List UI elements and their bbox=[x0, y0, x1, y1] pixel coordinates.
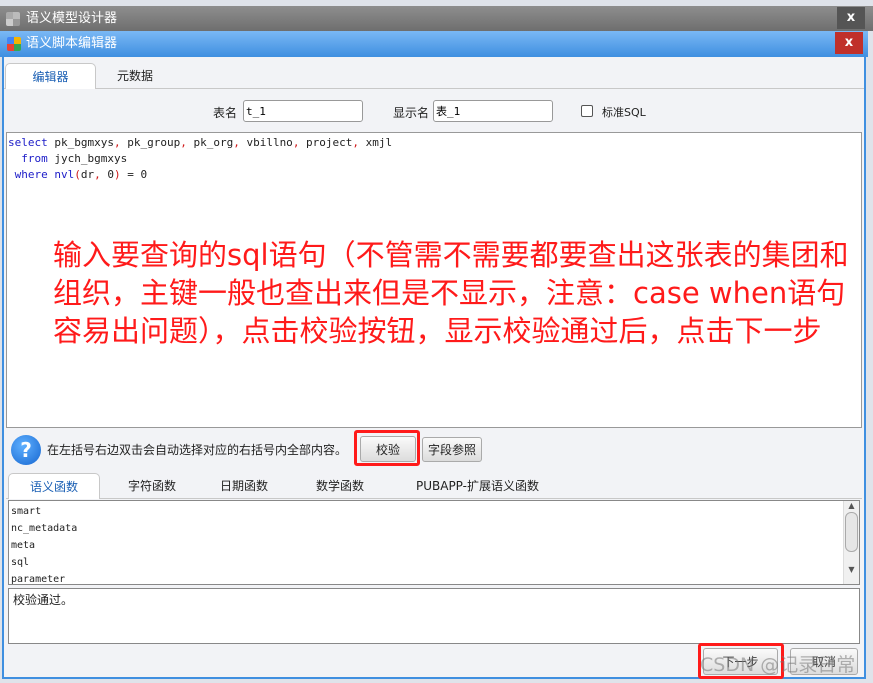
sql-token: ) bbox=[114, 168, 121, 181]
table-name-label: 表名 bbox=[213, 106, 238, 120]
scroll-thumb[interactable] bbox=[845, 512, 858, 552]
sql-token: , bbox=[233, 136, 240, 149]
dialog-titlebar: 语义脚本编辑器 bbox=[0, 31, 868, 57]
sql-token: xmjl bbox=[359, 136, 393, 149]
validation-message: 校验通过。 bbox=[8, 588, 860, 644]
sql-token: , bbox=[180, 136, 187, 149]
function-tab[interactable]: 语义函数 bbox=[8, 473, 100, 499]
help-text: 在左括号右边双击会自动选择对应的右括号内全部内容。 bbox=[47, 443, 348, 457]
function-tab[interactable]: 数学函数 bbox=[290, 473, 390, 499]
sql-line: from jych_bgmxys bbox=[8, 151, 860, 167]
display-name-input[interactable] bbox=[433, 100, 553, 122]
field-reference-button[interactable]: 字段参照 bbox=[422, 437, 482, 462]
sql-token: 0 bbox=[100, 168, 114, 181]
table-name-input[interactable] bbox=[243, 100, 363, 122]
function-list-scrollbar[interactable]: ▲ ▼ bbox=[843, 501, 859, 584]
display-name-label: 显示名 bbox=[393, 106, 430, 120]
sql-token: ( bbox=[74, 168, 81, 181]
sql-token: = 0 bbox=[120, 168, 148, 181]
standard-sql-label: 标准SQL bbox=[602, 106, 646, 119]
app-logo-icon bbox=[6, 12, 20, 26]
function-tab[interactable]: 字符函数 bbox=[106, 473, 198, 499]
scroll-down-icon[interactable]: ▼ bbox=[844, 565, 859, 574]
sql-token: dr bbox=[80, 168, 95, 181]
sql-token: project bbox=[299, 136, 353, 149]
outer-window-titlebar: 语义模型设计器 bbox=[0, 6, 873, 31]
outer-close-button[interactable]: x bbox=[837, 7, 865, 29]
function-list-item[interactable]: parameter bbox=[11, 571, 859, 588]
sql-token: , bbox=[94, 168, 101, 181]
tab-metadata[interactable]: 元数据 bbox=[100, 63, 170, 89]
dialog-logo-icon bbox=[7, 37, 21, 51]
function-list-item[interactable]: nc_metadata bbox=[11, 520, 859, 537]
sql-token: jych_bgmxys bbox=[47, 152, 128, 165]
sql-token: vbillno bbox=[239, 136, 293, 149]
help-icon: ? bbox=[11, 435, 41, 465]
function-list-item[interactable]: meta bbox=[11, 537, 859, 554]
scroll-up-icon[interactable]: ▲ bbox=[844, 501, 859, 510]
dialog-close-button[interactable]: x bbox=[835, 32, 863, 54]
sql-token: pk_bgmxys bbox=[47, 136, 114, 149]
function-list[interactable]: smart nc_metadata meta sql parameter bbox=[8, 500, 860, 585]
annotation-text: 输入要查询的sql语句（不管需不需要都要查出这张表的集团和组织，主键一般也查出来… bbox=[53, 238, 849, 348]
function-list-item[interactable]: sql bbox=[11, 554, 859, 571]
sql-token: , bbox=[113, 136, 121, 149]
outer-window-title: 语义模型设计器 bbox=[26, 11, 118, 26]
sql-line: select pk_bgmxys, pk_group, pk_org, vbil… bbox=[8, 135, 860, 151]
validate-highlight bbox=[354, 430, 420, 466]
watermark: CSDN @记录日常 bbox=[700, 654, 856, 676]
function-list-item[interactable]: smart bbox=[11, 503, 859, 520]
tab-editor[interactable]: 编辑器 bbox=[5, 63, 96, 89]
sql-token: pk_group bbox=[120, 136, 181, 149]
sql-token: nvl bbox=[54, 168, 75, 181]
function-tab[interactable]: 日期函数 bbox=[198, 473, 290, 499]
sql-line: where nvl(dr, 0) = 0 bbox=[8, 167, 860, 183]
sql-token: where bbox=[14, 168, 48, 181]
sql-token: pk_org bbox=[186, 136, 234, 149]
sql-token: select bbox=[8, 136, 48, 149]
standard-sql-checkbox[interactable] bbox=[581, 105, 593, 117]
dialog-title: 语义脚本编辑器 bbox=[26, 36, 118, 51]
sql-token: from bbox=[21, 152, 48, 165]
function-tab[interactable]: PUBAPP-扩展语义函数 bbox=[395, 473, 560, 499]
